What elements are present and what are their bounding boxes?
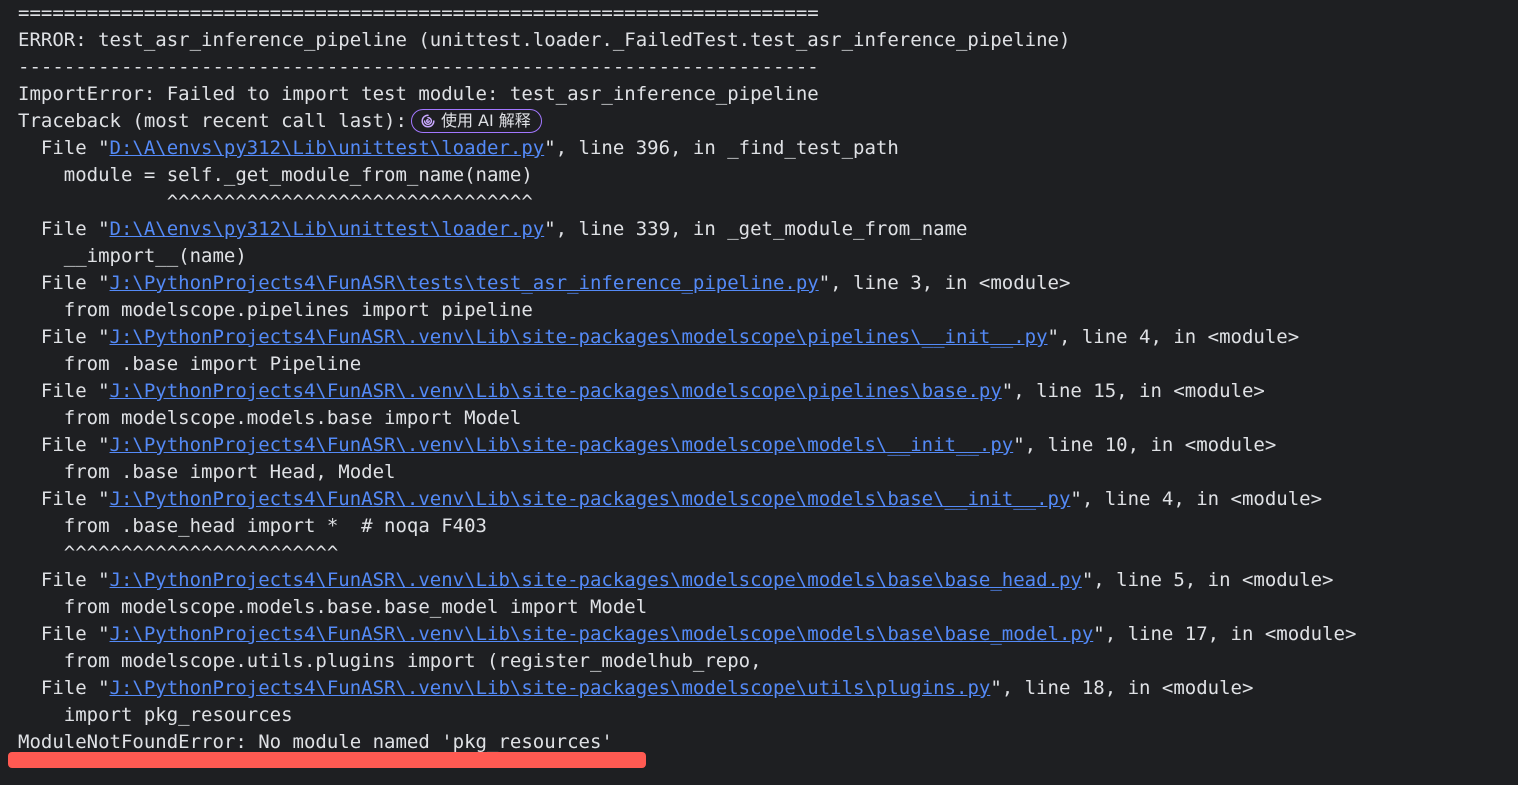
traceback-file-line: File "J:\PythonProjects4\FunASR\.venv\Li…	[18, 378, 1518, 405]
traceback-code-line: from modelscope.utils.plugins import (re…	[18, 650, 762, 672]
traceback-code-line: from modelscope.models.base import Model	[18, 407, 522, 429]
traceback-label: Traceback (most recent call last):	[18, 110, 407, 132]
traceback-file-line: File "J:\PythonProjects4\FunASR\tests\te…	[18, 270, 1518, 297]
file-location: ", line 4, in <module>	[1070, 488, 1323, 510]
file-location: ", line 18, in <module>	[990, 677, 1254, 699]
file-location: ", line 396, in _find_test_path	[544, 137, 899, 159]
traceback-code-line: from modelscope.pipelines import pipelin…	[18, 299, 533, 321]
console-output: ========================================…	[0, 0, 1518, 785]
file-prefix: File "	[18, 434, 110, 456]
traceback-line: Traceback (most recent call last): 使用 AI …	[18, 108, 1518, 135]
traceback-file-line: File "D:\A\envs\py312\Lib\unittest\loade…	[18, 135, 1518, 162]
file-location: ", line 17, in <module>	[1093, 623, 1357, 645]
file-prefix: File "	[18, 272, 110, 294]
file-path-link[interactable]: J:\PythonProjects4\FunASR\tests\test_asr…	[110, 272, 819, 294]
file-path-link[interactable]: J:\PythonProjects4\FunASR\.venv\Lib\site…	[110, 569, 1082, 591]
traceback-code-line: __import__(name)	[18, 245, 247, 267]
file-prefix: File "	[18, 569, 110, 591]
ai-button-label: 使用 AI 解释	[440, 110, 531, 130]
file-path-link[interactable]: J:\PythonProjects4\FunASR\.venv\Lib\site…	[110, 380, 1002, 402]
separator-line: ----------------------------------------…	[18, 56, 819, 78]
file-prefix: File "	[18, 326, 110, 348]
file-location: ", line 4, in <module>	[1047, 326, 1300, 348]
file-path-link[interactable]: J:\PythonProjects4\FunASR\.venv\Lib\site…	[110, 623, 1094, 645]
traceback-code-line: module = self._get_module_from_name(name…	[18, 164, 533, 186]
file-path-link[interactable]: J:\PythonProjects4\FunASR\.venv\Lib\site…	[110, 326, 1048, 348]
separator-line: ========================================…	[18, 2, 819, 24]
import-error-line: ImportError: Failed to import test modul…	[18, 83, 819, 105]
file-prefix: File "	[18, 137, 110, 159]
file-path-link[interactable]: D:\A\envs\py312\Lib\unittest\loader.py	[110, 218, 545, 240]
traceback-code-line: from .base import Pipeline	[18, 353, 362, 375]
file-prefix: File "	[18, 623, 110, 645]
file-location: ", line 339, in _get_module_from_name	[544, 218, 968, 240]
traceback-file-line: File "J:\PythonProjects4\FunASR\.venv\Li…	[18, 675, 1518, 702]
file-path-link[interactable]: J:\PythonProjects4\FunASR\.venv\Lib\site…	[110, 434, 1014, 456]
file-location: ", line 3, in <module>	[818, 272, 1071, 294]
traceback-file-line: File "J:\PythonProjects4\FunASR\.venv\Li…	[18, 621, 1518, 648]
file-prefix: File "	[18, 380, 110, 402]
traceback-code-line: ^^^^^^^^^^^^^^^^^^^^^^^^	[18, 542, 339, 564]
file-path-link[interactable]: J:\PythonProjects4\FunASR\.venv\Lib\site…	[110, 677, 991, 699]
traceback-file-line: File "J:\PythonProjects4\FunASR\.venv\Li…	[18, 567, 1518, 594]
traceback-code-line: from .base import Head, Model	[18, 461, 396, 483]
ai-swirl-icon	[421, 113, 435, 128]
error-header: ERROR: test_asr_inference_pipeline (unit…	[18, 29, 1071, 51]
traceback-code-line: import pkg_resources	[18, 704, 293, 726]
ai-explain-button[interactable]: 使用 AI 解释	[410, 108, 542, 133]
traceback-file-line: File "J:\PythonProjects4\FunASR\.venv\Li…	[18, 486, 1518, 513]
file-path-link[interactable]: D:\A\envs\py312\Lib\unittest\loader.py	[110, 137, 545, 159]
file-location: ", line 5, in <module>	[1081, 569, 1334, 591]
traceback-file-line: File "J:\PythonProjects4\FunASR\.venv\Li…	[18, 324, 1518, 351]
file-location: ", line 10, in <module>	[1013, 434, 1277, 456]
traceback-code-line: from .base_head import * # noqa F403	[18, 515, 487, 537]
file-prefix: File "	[18, 218, 110, 240]
traceback-frames: File "D:\A\envs\py312\Lib\unittest\loade…	[18, 135, 1518, 729]
file-prefix: File "	[18, 488, 110, 510]
file-prefix: File "	[18, 677, 110, 699]
file-location: ", line 15, in <module>	[1001, 380, 1265, 402]
traceback-code-line: ^^^^^^^^^^^^^^^^^^^^^^^^^^^^^^^^	[18, 191, 533, 213]
file-path-link[interactable]: J:\PythonProjects4\FunASR\.venv\Lib\site…	[110, 488, 1071, 510]
traceback-file-line: File "J:\PythonProjects4\FunASR\.venv\Li…	[18, 432, 1518, 459]
traceback-file-line: File "D:\A\envs\py312\Lib\unittest\loade…	[18, 216, 1518, 243]
red-highlight-mark	[8, 752, 646, 768]
traceback-code-line: from modelscope.models.base.base_model i…	[18, 596, 648, 618]
